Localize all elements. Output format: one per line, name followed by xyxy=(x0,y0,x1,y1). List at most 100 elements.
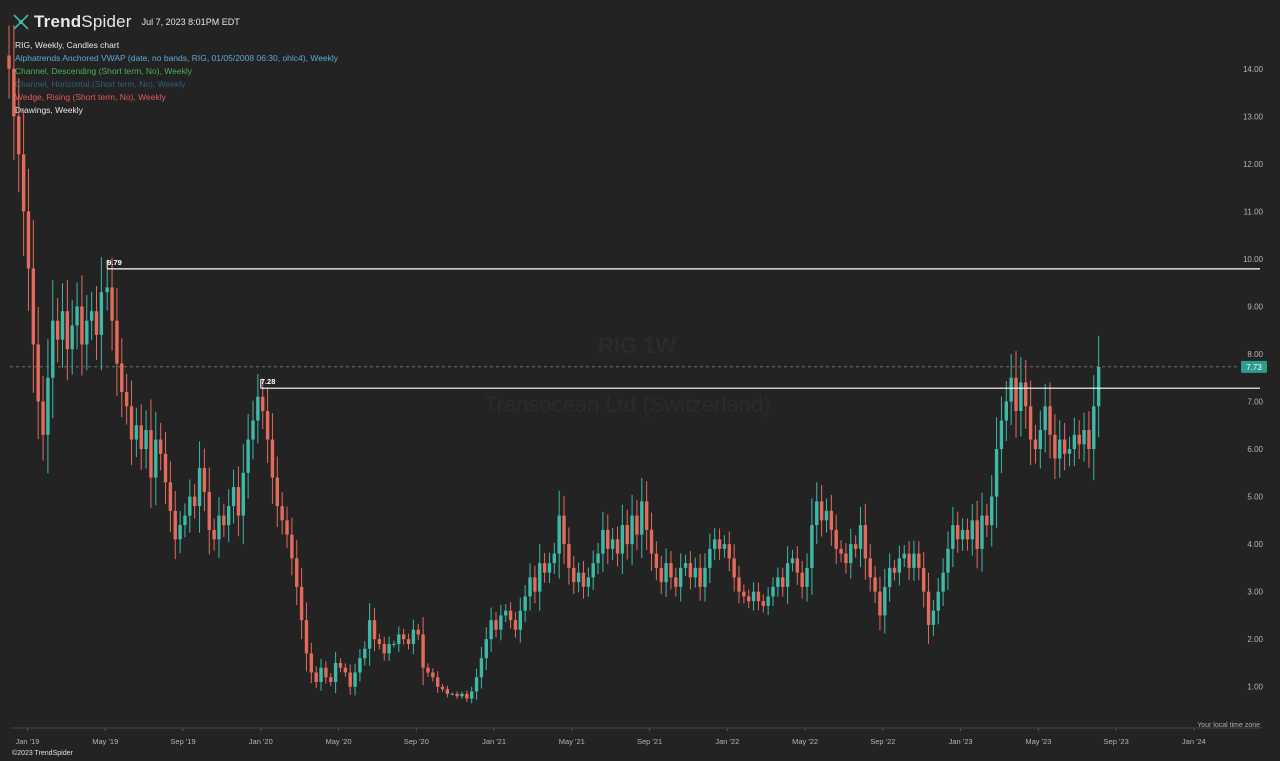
candle-body xyxy=(708,548,712,568)
candle xyxy=(285,506,289,549)
candle xyxy=(751,582,756,611)
candle xyxy=(975,500,979,569)
candle-body xyxy=(212,529,216,540)
candle xyxy=(708,533,712,584)
candle-body xyxy=(878,591,882,616)
candle-body xyxy=(188,496,192,516)
candle xyxy=(295,540,299,606)
price-chart[interactable]: 9.79 7.28 7.73 1.00 2.00 3.00 4.00 5.00 6.00 7.0… xyxy=(0,0,1280,761)
candle xyxy=(207,467,211,555)
candle xyxy=(946,531,950,591)
candle-body xyxy=(824,510,829,521)
candle-body xyxy=(445,689,450,694)
candle-body xyxy=(887,567,892,587)
last-price-label: 7.73 xyxy=(1246,363,1262,372)
candle xyxy=(1014,351,1018,438)
candle-body xyxy=(970,520,974,540)
candle xyxy=(499,604,503,641)
candle xyxy=(863,503,868,580)
candle xyxy=(1053,414,1057,480)
candle-body xyxy=(790,558,795,564)
candle xyxy=(819,485,824,537)
candle-body xyxy=(144,430,148,450)
candle xyxy=(712,528,717,561)
candle-body xyxy=(936,591,940,611)
x-tick-label: Jan '22 xyxy=(715,737,739,746)
candle xyxy=(149,399,153,509)
candle xyxy=(941,558,945,607)
candle-body xyxy=(717,539,722,549)
candle-body xyxy=(377,639,382,644)
candle-body xyxy=(231,487,236,507)
candle xyxy=(236,466,241,537)
candle xyxy=(265,387,270,463)
candle-body xyxy=(149,430,153,478)
candle xyxy=(372,608,377,652)
candle xyxy=(304,602,309,672)
candle-body xyxy=(829,510,834,530)
candle xyxy=(790,549,795,572)
candle xyxy=(669,551,673,590)
candle xyxy=(324,661,328,684)
candle xyxy=(338,658,343,673)
candle xyxy=(649,512,654,571)
candle xyxy=(231,469,236,524)
x-tick-label: May '21 xyxy=(559,737,585,746)
candle-body xyxy=(576,572,581,583)
candle-body xyxy=(985,515,989,526)
y-tick-label: 13.00 xyxy=(1243,112,1264,121)
candle-body xyxy=(596,553,600,564)
candle xyxy=(256,373,260,444)
candle-body xyxy=(902,553,906,559)
candle-body xyxy=(1038,430,1043,450)
candle xyxy=(1087,411,1091,468)
candle-body xyxy=(197,468,202,507)
candle-body xyxy=(333,662,338,682)
candle xyxy=(664,548,668,597)
candle xyxy=(727,531,731,572)
candle-body xyxy=(411,629,416,644)
candle-body xyxy=(1004,401,1009,421)
candle-body xyxy=(115,320,119,364)
candle-body xyxy=(426,667,430,673)
candle xyxy=(363,641,367,666)
candle xyxy=(576,562,581,593)
candle xyxy=(241,444,245,545)
candle-body xyxy=(431,672,435,678)
price-axis: 1.00 2.00 3.00 4.00 5.00 6.00 7.00 8.00 9.00 10.0… xyxy=(1243,65,1264,692)
candle-body xyxy=(834,529,838,549)
candle-body xyxy=(348,672,352,687)
candle-body xyxy=(727,544,731,559)
y-tick-label: 10.00 xyxy=(1243,255,1264,264)
candle-body xyxy=(815,501,819,526)
candle-body xyxy=(868,558,872,578)
candle-body xyxy=(912,553,916,568)
candle xyxy=(280,491,284,535)
candle-body xyxy=(693,567,697,578)
candle xyxy=(1038,410,1043,469)
candle-body xyxy=(562,515,566,545)
candle-body xyxy=(1033,439,1038,450)
candle-body xyxy=(664,563,668,583)
candle xyxy=(416,623,420,641)
candle-body xyxy=(858,525,863,549)
candle-body xyxy=(236,487,241,516)
candle-body xyxy=(742,591,746,597)
candle xyxy=(508,602,513,629)
candle-body xyxy=(683,563,688,568)
candle-body xyxy=(51,320,55,378)
candle xyxy=(55,297,60,363)
y-tick-label: 5.00 xyxy=(1247,493,1263,502)
candle-body xyxy=(1043,406,1047,431)
candle xyxy=(747,589,751,609)
candle xyxy=(960,518,965,552)
candle xyxy=(610,528,615,561)
candle-body xyxy=(630,515,634,545)
candle xyxy=(742,584,746,604)
timezone-note[interactable]: Your local time zone xyxy=(1197,722,1260,729)
candle-body xyxy=(547,563,552,573)
x-tick-label: May '19 xyxy=(92,737,118,746)
candle xyxy=(868,544,872,592)
candle-body xyxy=(601,529,605,554)
candle xyxy=(85,295,89,371)
